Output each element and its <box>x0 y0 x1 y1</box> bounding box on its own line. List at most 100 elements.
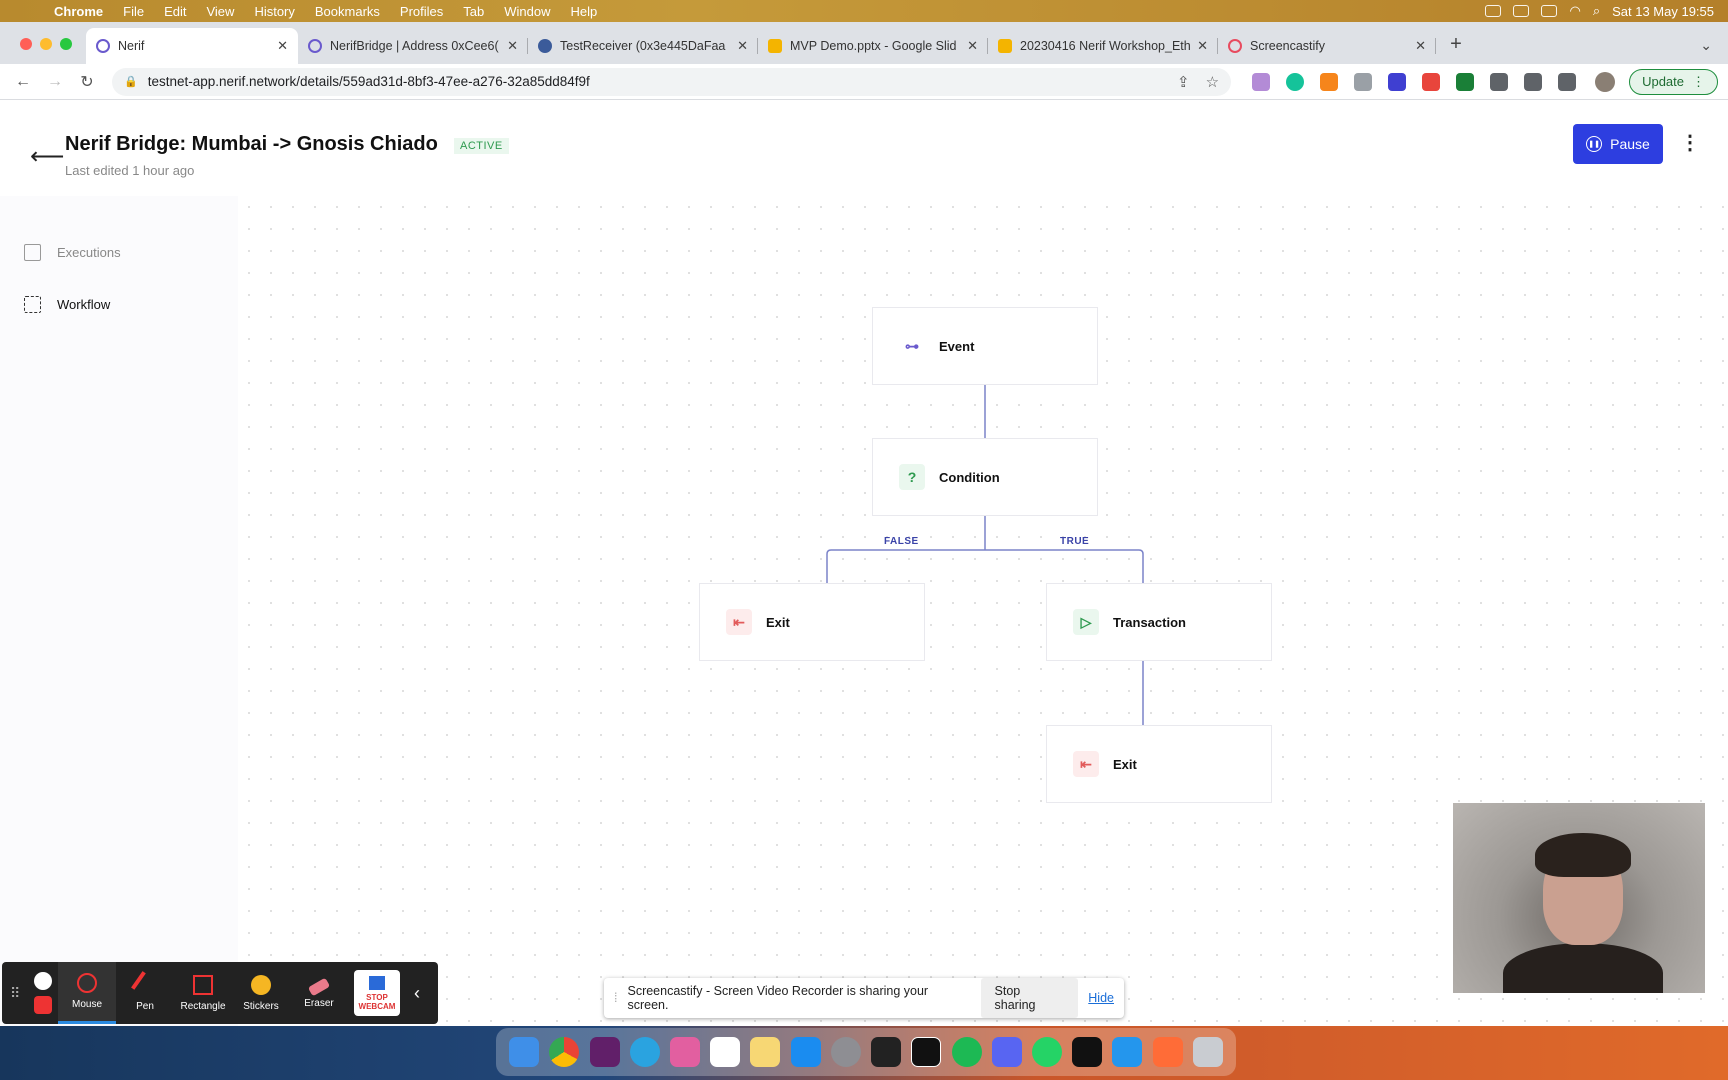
grammarly-extension-icon[interactable] <box>1286 72 1305 91</box>
close-tab-icon[interactable]: ✕ <box>967 38 978 54</box>
close-tab-icon[interactable]: ✕ <box>1415 38 1426 54</box>
chrome-icon[interactable] <box>549 1037 580 1067</box>
more-options-icon[interactable]: ⋮ <box>1680 130 1700 155</box>
workflow-node-transaction[interactable]: ▷ Transaction <box>1046 583 1272 661</box>
workflow-node-event[interactable]: ⊶ Event <box>872 307 1098 385</box>
screencastify-extension-icon[interactable] <box>1422 72 1441 91</box>
docker-icon[interactable] <box>1112 1037 1143 1067</box>
pen-extension-icon[interactable] <box>1252 72 1271 91</box>
close-tab-icon[interactable]: ✕ <box>277 38 288 54</box>
hide-link[interactable]: Hide <box>1088 991 1114 1005</box>
stop-webcam-button[interactable]: STOP WEBCAM <box>354 970 400 1016</box>
reading-list-icon[interactable] <box>1524 72 1543 91</box>
battery-icon[interactable] <box>1541 5 1558 17</box>
menu-profiles[interactable]: Profiles <box>390 4 453 19</box>
tool-label: Stickers <box>243 1000 279 1012</box>
profile-avatar[interactable] <box>1595 71 1616 92</box>
workflow-node-exit-true[interactable]: ⇤ Exit <box>1046 725 1272 803</box>
finder-icon[interactable] <box>509 1037 540 1067</box>
forward-arrow-icon[interactable]: → <box>42 73 68 91</box>
slides-favicon-icon <box>768 39 782 53</box>
tab-workshop[interactable]: 20230416 Nerif Workshop_Eth ✕ <box>988 28 1218 64</box>
pause-icon: ❚❚ <box>1586 136 1603 152</box>
tab-mvp-demo[interactable]: MVP Demo.pptx - Google Slid ✕ <box>758 28 988 64</box>
tool-mouse[interactable]: Mouse <box>58 962 116 1024</box>
eraser-icon <box>307 977 331 997</box>
chevron-down-icon[interactable]: ⌄ <box>1700 37 1728 64</box>
close-tab-icon[interactable]: ✕ <box>737 38 748 54</box>
menubar-clock[interactable]: Sat 13 May 19:55 <box>1612 4 1714 19</box>
status-icon[interactable] <box>1513 5 1530 17</box>
extension-icon[interactable] <box>1354 72 1373 91</box>
wifi-icon[interactable]: ◠ <box>1569 3 1580 19</box>
share-icon[interactable]: ⇪ <box>1177 73 1190 91</box>
zoom-window-button[interactable] <box>60 38 72 50</box>
terminal-icon[interactable] <box>1072 1037 1103 1067</box>
sidebar-item-executions[interactable]: Executions <box>24 244 121 261</box>
tool-pen[interactable]: Pen <box>116 962 174 1024</box>
reload-icon[interactable]: ↻ <box>74 72 100 92</box>
pause-recording-button[interactable] <box>34 972 52 990</box>
drag-handle-icon[interactable]: ⠿ <box>10 985 28 1002</box>
whatsapp-icon[interactable] <box>1031 1037 1062 1067</box>
drag-handle-icon[interactable]: ⁞ <box>614 991 617 1005</box>
menu-bookmarks[interactable]: Bookmarks <box>305 4 390 19</box>
tab-title: NerifBridge | Address 0xCee6( <box>330 39 499 53</box>
close-tab-icon[interactable]: ✕ <box>1197 38 1208 54</box>
lock-icon[interactable]: 🔒 <box>124 75 138 88</box>
minimize-window-button[interactable] <box>40 38 52 50</box>
new-tab-button[interactable]: + <box>1436 33 1476 64</box>
search-icon[interactable]: ⌕ <box>1593 3 1600 19</box>
tool-stickers[interactable]: Stickers <box>232 962 290 1024</box>
launchpad-icon[interactable] <box>669 1037 700 1067</box>
menu-tab[interactable]: Tab <box>453 4 494 19</box>
menu-edit[interactable]: Edit <box>154 4 196 19</box>
app-store-icon[interactable] <box>790 1037 821 1067</box>
extension-icon[interactable] <box>1388 72 1407 91</box>
trash-icon[interactable] <box>1192 1037 1223 1067</box>
menu-help[interactable]: Help <box>561 4 608 19</box>
extension-icon[interactable] <box>1456 72 1475 91</box>
tab-testreceiver[interactable]: TestReceiver (0x3e445DaFaa ✕ <box>528 28 758 64</box>
sidebar-item-workflow[interactable]: Workflow <box>24 296 110 313</box>
telegram-icon[interactable] <box>629 1037 660 1067</box>
tool-label: Rectangle <box>180 1000 226 1012</box>
stop-sharing-button[interactable]: Stop sharing <box>980 978 1079 1018</box>
close-tab-icon[interactable]: ✕ <box>507 38 518 54</box>
workflow-node-exit-false[interactable]: ⇤ Exit <box>699 583 925 661</box>
system-settings-icon[interactable] <box>830 1037 861 1067</box>
discord-icon[interactable] <box>991 1037 1022 1067</box>
tab-nerif[interactable]: Nerif ✕ <box>86 28 298 64</box>
side-panel-icon[interactable] <box>1558 72 1577 91</box>
tool-rectangle[interactable]: Rectangle <box>174 962 232 1024</box>
slack-icon[interactable] <box>589 1037 620 1067</box>
spotify-icon[interactable] <box>951 1037 982 1067</box>
notes-icon[interactable] <box>750 1037 781 1067</box>
tool-eraser[interactable]: Eraser <box>290 962 348 1024</box>
address-bar[interactable]: 🔒 testnet-app.nerif.network/details/559a… <box>112 67 1232 96</box>
tab-screencastify[interactable]: Screencastify ✕ <box>1218 28 1436 64</box>
pause-button[interactable]: ❚❚ Pause <box>1573 124 1663 164</box>
tab-nerifbridge[interactable]: NerifBridge | Address 0xCee6( ✕ <box>298 28 528 64</box>
menu-app[interactable]: Chrome <box>44 4 113 19</box>
back-arrow-icon[interactable]: ⟵ <box>30 142 64 171</box>
linear-icon[interactable] <box>911 1037 942 1067</box>
chevron-left-icon[interactable]: ‹ <box>406 983 420 1004</box>
menu-view[interactable]: View <box>196 4 244 19</box>
postman-icon[interactable] <box>1152 1037 1183 1067</box>
status-icon[interactable] <box>1485 5 1502 17</box>
close-window-button[interactable] <box>20 38 32 50</box>
menu-history[interactable]: History <box>244 4 304 19</box>
update-button[interactable]: Update ⋮ <box>1629 68 1718 95</box>
calendar-icon[interactable] <box>710 1037 741 1067</box>
menu-file[interactable]: File <box>113 4 154 19</box>
stop-recording-button[interactable] <box>34 996 52 1014</box>
bookmark-star-icon[interactable]: ☆ <box>1206 73 1219 91</box>
goland-icon[interactable] <box>871 1037 902 1067</box>
back-arrow-icon[interactable]: ← <box>10 73 36 91</box>
metamask-extension-icon[interactable] <box>1320 72 1339 91</box>
puzzle-extensions-icon[interactable] <box>1490 72 1509 91</box>
menu-window[interactable]: Window <box>494 4 560 19</box>
workflow-node-condition[interactable]: ? Condition <box>872 438 1098 516</box>
webcam-overlay[interactable] <box>1453 803 1705 993</box>
